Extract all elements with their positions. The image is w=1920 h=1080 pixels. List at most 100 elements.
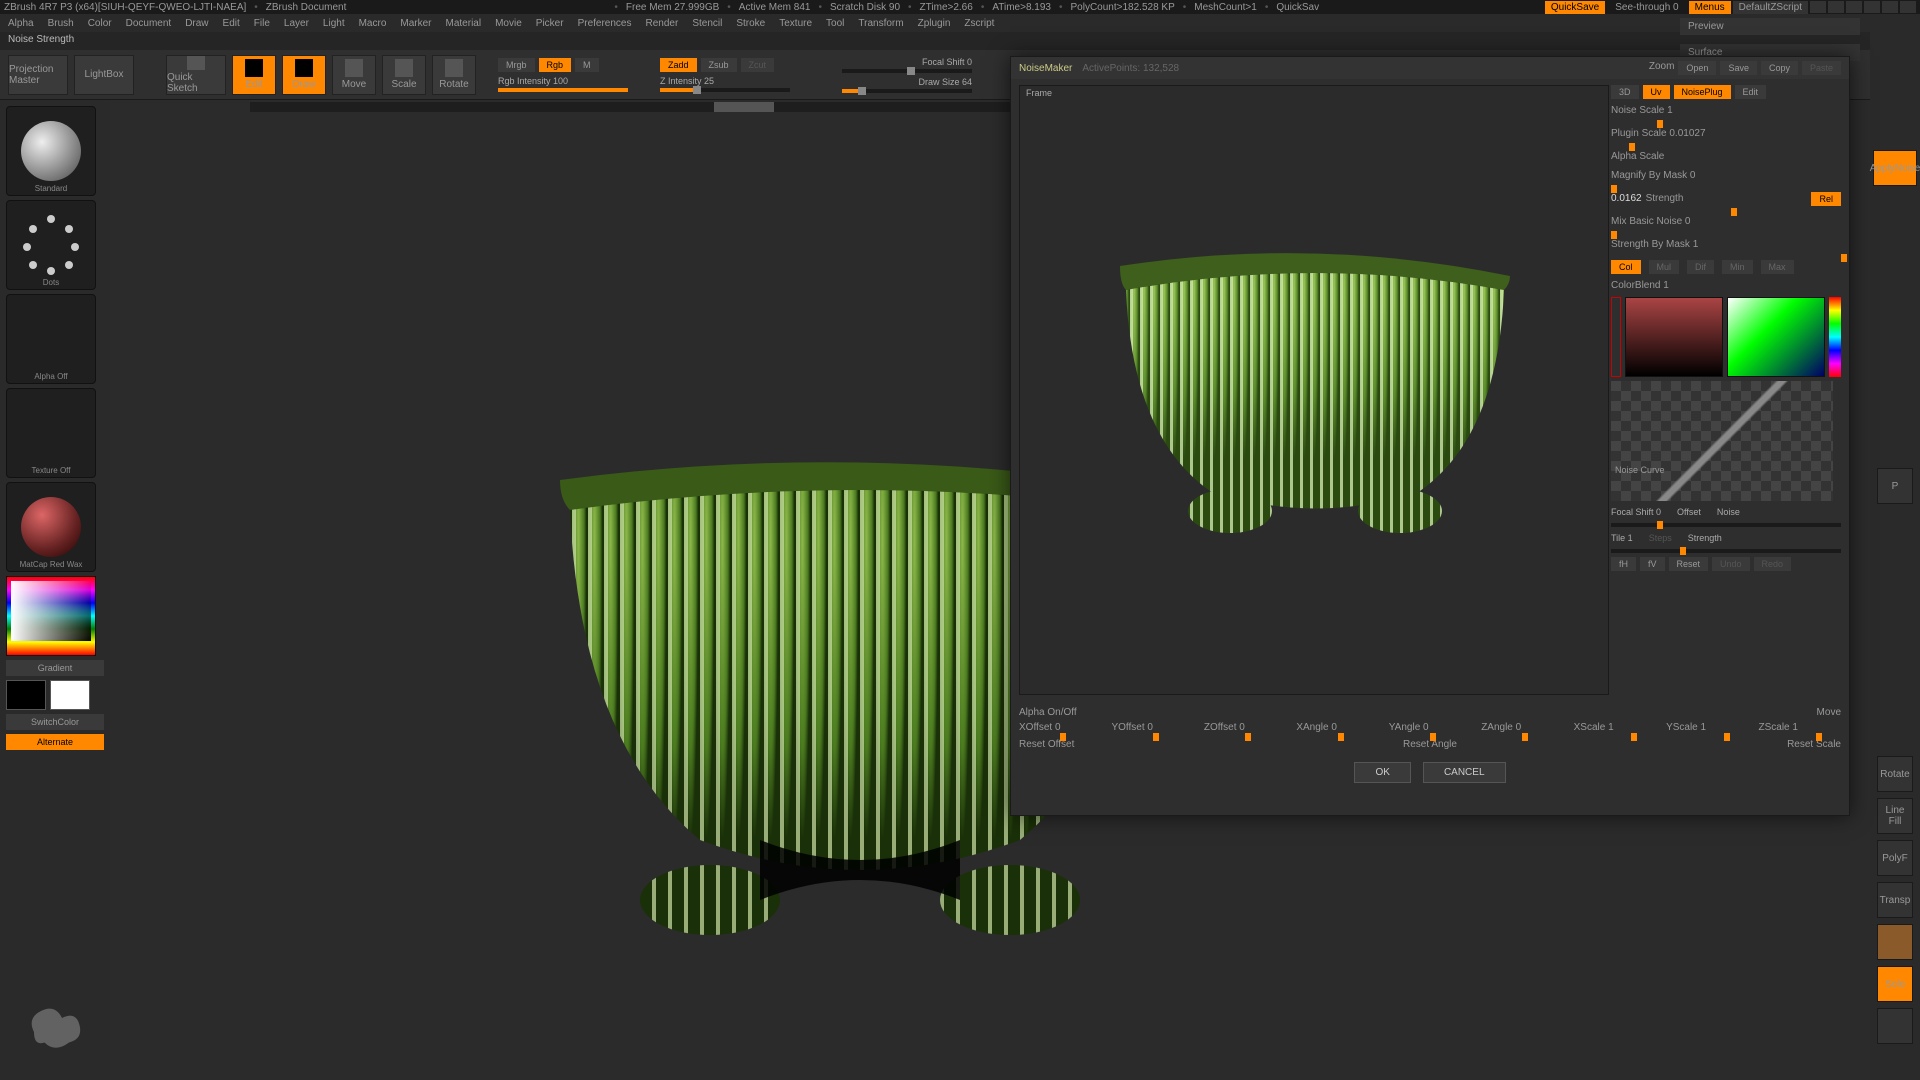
magnify-mask-field[interactable]: Magnify By Mask 0 [1611, 168, 1841, 183]
applynoise-button[interactable]: ApplyNoise [1873, 150, 1917, 186]
menu-tool[interactable]: Tool [826, 18, 844, 29]
primary-color-swatch[interactable] [50, 680, 90, 710]
edit-button[interactable]: Edit [232, 55, 276, 95]
rgb-button[interactable]: Rgb [539, 58, 572, 72]
menu-marker[interactable]: Marker [400, 18, 431, 29]
window-icon[interactable] [1810, 1, 1826, 13]
window-icon[interactable] [1828, 1, 1844, 13]
menus-button[interactable]: Menus [1689, 1, 1731, 14]
menu-edit[interactable]: Edit [223, 18, 240, 29]
cancel-button[interactable]: CANCEL [1423, 762, 1506, 783]
strength-mask-field[interactable]: Strength By Mask 1 [1611, 237, 1841, 252]
uv-button[interactable]: Uv [1643, 85, 1670, 99]
preview-header[interactable]: Preview [1680, 18, 1860, 35]
menu-picker[interactable]: Picker [536, 18, 564, 29]
redo-button[interactable]: Redo [1754, 557, 1792, 571]
lightbox-button[interactable]: LightBox [74, 55, 134, 95]
menu-brush[interactable]: Brush [48, 18, 74, 29]
alpha-slot[interactable]: Alpha Off [6, 294, 96, 384]
rotate-button[interactable]: Rotate [432, 55, 476, 95]
mul-button[interactable]: Mul [1649, 260, 1680, 274]
copy-button[interactable]: Copy [1761, 61, 1798, 75]
scale-button[interactable]: Scale [382, 55, 426, 95]
alpha-onoff-button[interactable]: Alpha On/Off [1019, 707, 1077, 718]
col-button[interactable]: Col [1611, 260, 1641, 274]
menu-draw[interactable]: Draw [185, 18, 208, 29]
material-slot[interactable]: MatCap Red Wax [6, 482, 96, 572]
default-zscript[interactable]: DefaultZScript [1733, 1, 1808, 14]
color-picker-b[interactable] [1727, 297, 1825, 377]
fv-button[interactable]: fV [1640, 557, 1665, 571]
ok-button[interactable]: OK [1354, 762, 1410, 783]
fh-button[interactable]: fH [1611, 557, 1636, 571]
noise2-field[interactable]: Noise [1717, 505, 1740, 519]
offset2-field[interactable]: Offset [1677, 505, 1701, 519]
3d-button[interactable]: 3D [1611, 85, 1639, 99]
menu-transform[interactable]: Transform [858, 18, 903, 29]
open-button[interactable]: Open [1678, 61, 1716, 75]
move-button[interactable]: Move [332, 55, 376, 95]
m-button[interactable]: M [575, 58, 599, 72]
polyf-button[interactable]: PolyF [1877, 840, 1913, 876]
transp-button[interactable]: Transp [1877, 882, 1913, 918]
draw-button[interactable]: Draw [282, 55, 326, 95]
colorblend-field[interactable]: ColorBlend 1 [1611, 278, 1841, 293]
menu-material[interactable]: Material [446, 18, 482, 29]
z-intensity-slider[interactable] [660, 88, 790, 92]
mix-basic-field[interactable]: Mix Basic Noise 0 [1611, 214, 1841, 229]
ghost-button[interactable] [1877, 924, 1913, 960]
p-button[interactable]: P [1877, 468, 1913, 504]
menu-zplugin[interactable]: Zplugin [918, 18, 951, 29]
secondary-color-swatch[interactable] [6, 680, 46, 710]
rotate-button-r[interactable]: Rotate [1877, 756, 1913, 792]
menu-render[interactable]: Render [646, 18, 679, 29]
menu-color[interactable]: Color [88, 18, 112, 29]
texture-slot[interactable]: Texture Off [6, 388, 96, 478]
menu-macro[interactable]: Macro [359, 18, 387, 29]
quicksketch-button[interactable]: Quick Sketch [166, 55, 226, 95]
menu-layer[interactable]: Layer [284, 18, 309, 29]
dif-button[interactable]: Dif [1687, 260, 1714, 274]
mrgb-button[interactable]: Mrgb [498, 58, 535, 72]
quicksave-button[interactable]: QuickSave [1545, 1, 1605, 14]
strength-field[interactable]: 0.0162Strength [1611, 191, 1683, 206]
maximize-icon[interactable] [1882, 1, 1898, 13]
noise-curve-graph[interactable]: Noise Curve [1611, 381, 1833, 501]
edit-noise-button[interactable]: Edit [1735, 85, 1767, 99]
menu-preferences[interactable]: Preferences [578, 18, 632, 29]
zcut-button[interactable]: Zcut [741, 58, 775, 72]
steps-field[interactable]: Steps [1649, 531, 1672, 545]
tile-slider[interactable] [1611, 549, 1841, 553]
projection-master-button[interactable]: Projection Master [8, 55, 68, 95]
close-icon[interactable] [1900, 1, 1916, 13]
noise-scale-field[interactable]: Noise Scale 1 [1611, 103, 1841, 118]
noise-preview[interactable]: Frame [1019, 85, 1609, 695]
solo-button[interactable]: Solo [1877, 966, 1913, 1002]
window-icon[interactable] [1846, 1, 1862, 13]
menu-stencil[interactable]: Stencil [692, 18, 722, 29]
alternate-button[interactable]: Alternate [6, 734, 104, 750]
menu-stroke[interactable]: Stroke [736, 18, 765, 29]
rel-button[interactable]: Rel [1811, 192, 1841, 206]
strength3-field[interactable]: Strength [1688, 531, 1722, 545]
zsub-button[interactable]: Zsub [701, 58, 737, 72]
undo-button[interactable]: Undo [1712, 557, 1750, 571]
menu-file[interactable]: File [254, 18, 270, 29]
menu-movie[interactable]: Movie [495, 18, 522, 29]
reset-scale-button[interactable]: Reset Scale [1574, 739, 1841, 750]
focal-shift-slider[interactable] [842, 69, 972, 73]
save-button[interactable]: Save [1720, 61, 1757, 75]
menu-zscript[interactable]: Zscript [964, 18, 994, 29]
paste-button[interactable]: Paste [1802, 61, 1841, 75]
seethrough-slider[interactable]: See-through 0 [1607, 2, 1686, 13]
reset-curve-button[interactable]: Reset [1669, 557, 1709, 571]
max-button[interactable]: Max [1761, 260, 1794, 274]
zadd-button[interactable]: Zadd [660, 58, 697, 72]
menu-alpha[interactable]: Alpha [8, 18, 34, 29]
gradient-button[interactable]: Gradient [6, 660, 104, 676]
color-picker[interactable] [6, 576, 96, 656]
menu-texture[interactable]: Texture [779, 18, 812, 29]
color-picker-a[interactable] [1625, 297, 1723, 377]
draw-size-slider[interactable] [842, 89, 972, 93]
focal-shift2-field[interactable]: Focal Shift 0 [1611, 505, 1661, 519]
